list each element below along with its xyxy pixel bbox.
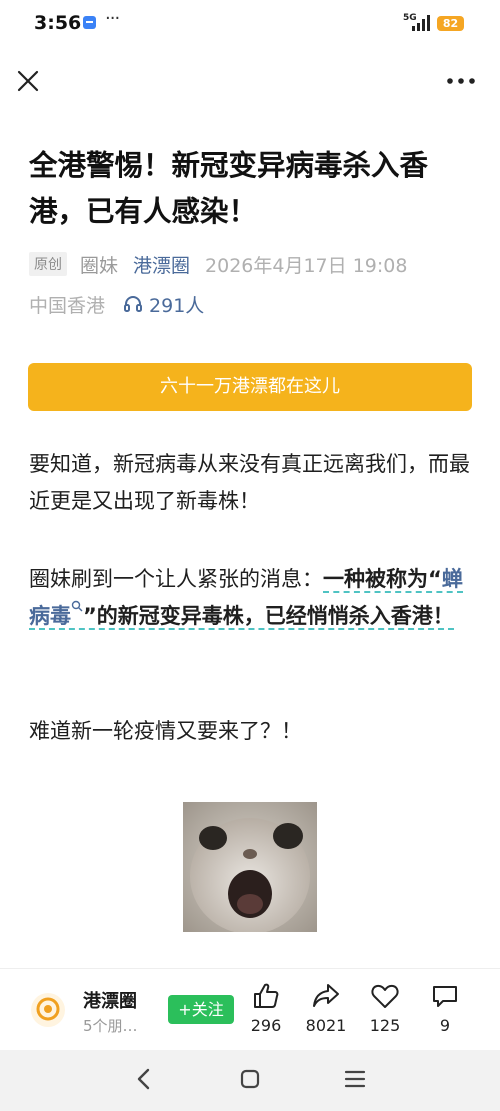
share-button[interactable]: 8021 [301,981,351,1035]
community-banner-button[interactable]: 六十一万港漂都在这儿 [28,363,472,411]
highlight-part-a: 一种被称为“ [323,567,442,591]
share-count: 8021 [305,1016,347,1035]
notification-app-icon [83,16,96,29]
paragraph-1: 要知道，新冠病毒从来没有真正远离我们，而最近更是又出现了新毒株！ [29,452,470,513]
listen-count[interactable]: 291人 [149,291,204,318]
follow-button[interactable]: +关注 [168,995,234,1024]
account-name[interactable]: 港漂圈 [83,987,137,1013]
article-title: 全港警惕！新冠变异病毒杀入香港，已有人感染！ [29,149,429,228]
heart-icon [371,984,399,1008]
account-subtitle: 5个朋… [83,1017,138,1035]
headphones-icon[interactable] [123,294,143,314]
paragraph-2-prefix: 圈妹刷到一个让人紧张的消息： [29,567,323,591]
battery-indicator: 82 [437,16,464,31]
close-icon[interactable] [14,67,42,95]
paragraph-2: 圈妹刷到一个让人紧张的消息：一种被称为“蝉病毒 ”的新冠变异毒株，已经悄悄杀入香港… [29,561,474,635]
search-icon[interactable] [71,600,83,612]
status-time: 3:56 [34,12,82,34]
favorite-button[interactable]: 125 [360,981,410,1035]
account-avatar[interactable] [31,993,65,1027]
highlight-part-b: ”的新冠变异毒株，已经悄悄杀入香港！ [83,604,454,628]
more-dots-icon[interactable] [444,70,478,92]
back-icon[interactable] [131,1066,157,1092]
publish-time: 2026年4月17日 19:08 [205,254,408,277]
thumbs-up-icon [254,983,279,1008]
location: 中国香港 [29,294,106,317]
status-dots: ··· [105,8,120,29]
like-button[interactable]: 296 [241,981,291,1035]
home-icon[interactable] [237,1066,263,1092]
comment-count: 9 [439,1016,451,1035]
like-count: 296 [250,1016,282,1035]
author-name: 圈妹 [80,254,119,277]
comment-bubble-icon [433,986,457,1007]
original-tag: 原创 [29,252,67,276]
article-meta-secondary: 中国香港 291人 [29,291,204,317]
signal-icon [412,15,430,31]
status-bar: 3:56 ··· 5G 82 [0,0,500,46]
comment-button[interactable]: 9 [420,981,470,1035]
source-account-link[interactable]: 港漂圈 [133,251,190,278]
paragraph-3: 难道新一轮疫情又要来了？！ [29,719,302,743]
share-arrow-icon [313,984,339,1007]
surprised-cat-image [183,802,317,932]
favorite-count: 125 [369,1016,401,1035]
article-meta: 原创 圈妹 港漂圈 2026年4月17日 19:08 [29,251,407,277]
menu-icon[interactable] [342,1066,368,1092]
